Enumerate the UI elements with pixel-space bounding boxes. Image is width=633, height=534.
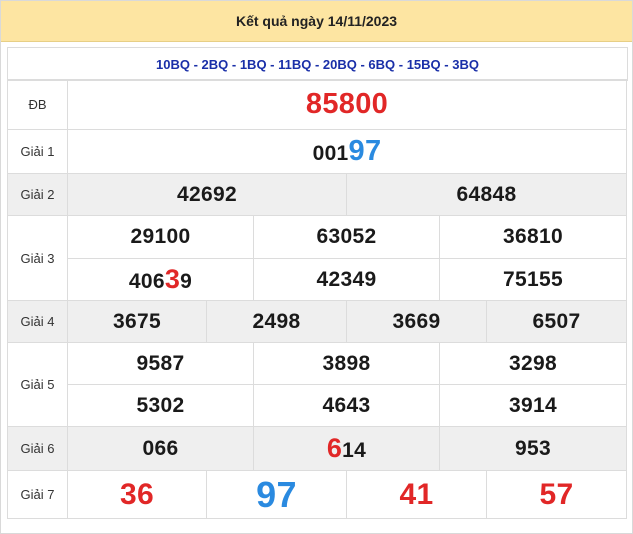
row-g5-1: Giải 5 9587 3898 3298 (7, 342, 627, 427)
prize-g3-prefix: 406 (128, 270, 165, 293)
prize-g6-value: 066 (142, 436, 179, 460)
prize-g7-cell: 57 (486, 470, 627, 519)
prize-g6-value: 953 (515, 436, 551, 460)
results-panel: Kết quả ngày 14/11/2023 10BQ - 2BQ - 1BQ… (0, 0, 633, 534)
prize-label-g2: Giải 2 (7, 173, 68, 216)
prize-g4-value: 3675 (113, 309, 161, 333)
row-g3-1: Giải 3 29100 63052 36810 (7, 215, 627, 301)
prize-g5-cell: 3298 (439, 342, 627, 385)
row-g6: Giải 6 066 614 953 (7, 426, 627, 471)
prize-g6-suffix: 14 (342, 439, 367, 462)
prize-g6-cell: 953 (439, 426, 627, 471)
results-title: Kết quả ngày 14/11/2023 (1, 1, 632, 42)
prize-label-db: ĐB (7, 79, 68, 130)
prize-g5-value: 5302 (136, 393, 185, 417)
prize-g3-suffix: 9 (180, 270, 193, 293)
prize-g3-value: 63052 (316, 225, 377, 248)
prize-g7-value: 57 (539, 477, 574, 511)
prize-g7-value: 97 (256, 473, 297, 515)
prize-g5-cell: 4643 (253, 384, 440, 427)
prize-g5-value: 9587 (136, 351, 185, 375)
prize-g2-cell-1: 42692 (67, 173, 347, 216)
prize-g5-value: 3898 (322, 351, 371, 375)
prize-g4-cell: 3675 (67, 300, 207, 343)
prize-g5-value: 3914 (509, 393, 557, 417)
prize-g7-cell: 41 (346, 470, 487, 519)
prize-g5-cell: 9587 (67, 342, 254, 385)
prize-g5-cell: 3898 (253, 342, 440, 385)
prize-g7-cell: 36 (67, 470, 207, 519)
prize-label-g4: Giải 4 (7, 300, 68, 343)
prize-g5-value: 3298 (509, 351, 557, 375)
row-g7: Giải 7 36 97 41 57 (7, 470, 627, 519)
prize-g2-value: 64848 (456, 182, 517, 206)
prize-g6-highlight: 6 (326, 433, 343, 463)
prize-db-value: 85800 (305, 88, 389, 120)
prize-label-g1: Giải 1 (7, 129, 68, 174)
prize-g3-value: 36810 (503, 225, 563, 248)
prize-g2-cell-2: 64848 (346, 173, 627, 216)
row-g3-2: 40639 42349 75155 (8, 258, 627, 301)
prize-g3-value: 42349 (316, 267, 377, 291)
row-g5-2: 5302 4643 3914 (8, 384, 627, 427)
prize-g3-cell: 40639 (67, 258, 254, 301)
prize-g6-cell: 066 (67, 426, 254, 471)
prize-g3-cell: 42349 (253, 258, 440, 301)
prize-g4-value: 3669 (392, 309, 441, 333)
prize-g5-cell: 5302 (67, 384, 254, 427)
prize-g7-value: 36 (120, 477, 154, 511)
prize-label-g7: Giải 7 (7, 470, 68, 519)
prize-db-cell: 85800 (67, 79, 627, 130)
prize-label-g5: Giải 5 (7, 342, 68, 427)
prize-g7-cell: 97 (206, 470, 347, 519)
prize-label-g6: Giải 6 (7, 426, 68, 471)
prize-label-g3: Giải 3 (7, 215, 68, 301)
row-g2: Giải 2 42692 64848 (7, 173, 627, 216)
prize-g4-cell: 6507 (486, 300, 627, 343)
prize-g1-suffix: 97 (348, 135, 382, 167)
prize-g4-value: 2498 (252, 309, 301, 333)
prize-g3-cell: 36810 (439, 215, 627, 259)
prize-g1-prefix: 001 (312, 142, 349, 165)
prize-g4-value: 6507 (532, 309, 581, 333)
draw-codes: 10BQ - 2BQ - 1BQ - 11BQ - 20BQ - 6BQ - 1… (7, 47, 628, 81)
prize-g3-cell: 29100 (67, 215, 254, 259)
prize-g5-value: 4643 (322, 393, 371, 417)
row-g1: Giải 1 00197 (7, 129, 627, 174)
prize-g3-cell: 63052 (253, 215, 440, 259)
prize-g4-cell: 2498 (206, 300, 347, 343)
prize-g4-cell: 3669 (346, 300, 487, 343)
prize-g7-value: 41 (399, 477, 434, 511)
prize-g3-highlight: 3 (164, 264, 181, 294)
prize-g3-value: 75155 (503, 267, 563, 291)
prize-g3-cell: 75155 (439, 258, 627, 301)
prize-g1-cell: 00197 (67, 129, 627, 174)
prize-g6-cell: 614 (253, 426, 440, 471)
row-g4: Giải 4 3675 2498 3669 6507 (7, 300, 627, 343)
prize-g2-value: 42692 (177, 182, 237, 206)
results-table: ĐB 85800 Giải 1 00197 Giải 2 42692 64848… (7, 79, 627, 519)
prize-g3-value: 29100 (130, 225, 191, 248)
row-db: ĐB 85800 (7, 79, 627, 130)
prize-g5-cell: 3914 (439, 384, 627, 427)
